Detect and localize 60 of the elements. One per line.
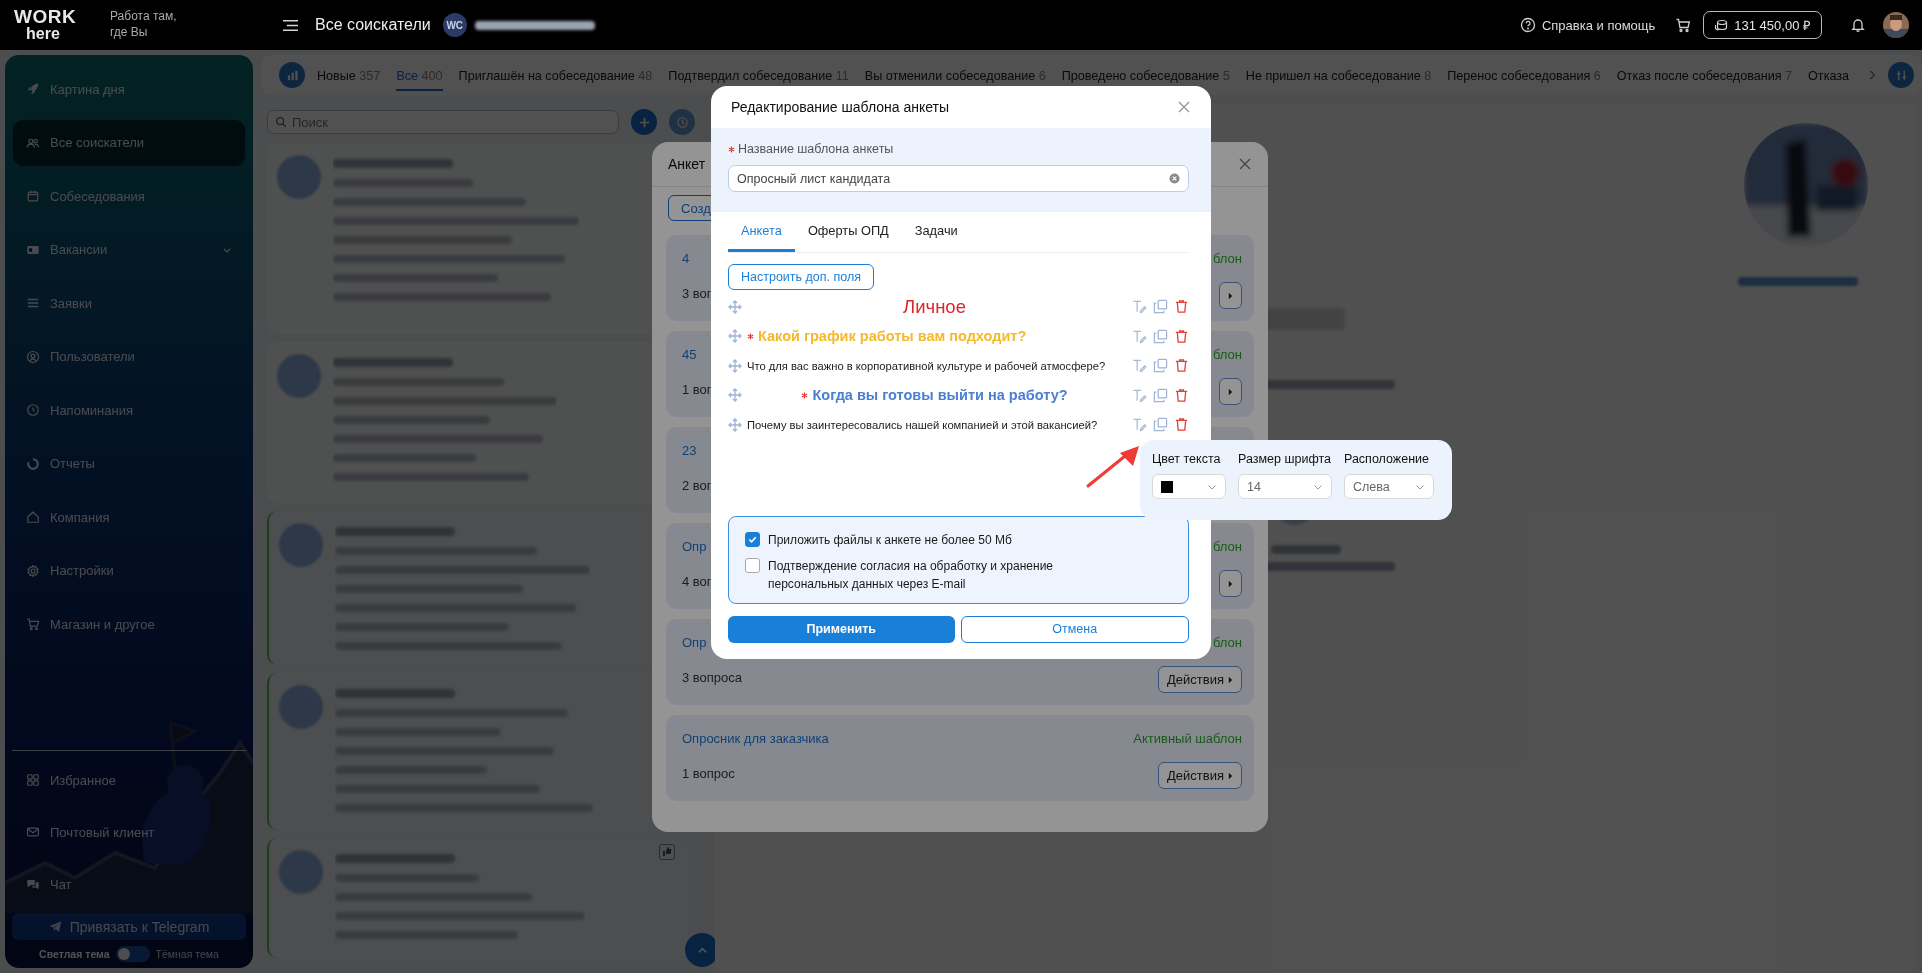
actions-button[interactable]: Действия: [1158, 666, 1242, 693]
nav-item[interactable]: Компания: [12, 493, 246, 541]
field-label: Название шаблона анкеты: [738, 142, 894, 156]
template-status: блон: [1213, 538, 1242, 554]
dropdown[interactable]: 14: [1238, 474, 1332, 499]
field-label: Цвет текста: [1152, 452, 1222, 466]
nav-item[interactable]: Настройки: [12, 546, 246, 595]
account-avatar[interactable]: WC: [442, 13, 467, 37]
apply-button[interactable]: Применить: [728, 615, 955, 643]
question-text: Когда вы готовы выйти на работу?: [801, 387, 1068, 404]
question-text: Почему вы заинтересовались нашей компанией и этой вакансией?: [747, 418, 1098, 431]
status-tab[interactable]: Отказа: [1808, 59, 1850, 91]
question-count: 3 вопроса: [682, 670, 743, 687]
tab[interactable]: Оферты ОПД: [794, 212, 902, 252]
cancel-button[interactable]: Отмена: [960, 615, 1189, 643]
template-status: блон: [1213, 634, 1242, 650]
nav-item[interactable]: Вакансии: [12, 225, 246, 274]
template-title[interactable]: Опр: [682, 535, 714, 554]
dialog-title: Редактирование шаблона анкеты: [731, 99, 951, 115]
tab[interactable]: Задачи: [901, 212, 971, 252]
nav-item[interactable]: Избранное: [12, 757, 246, 803]
dropdown[interactable]: Слева: [1344, 474, 1434, 499]
logo[interactable]: WORK here: [14, 8, 80, 42]
template-title[interactable]: 23: [682, 439, 714, 458]
template-status: Активный шаблон: [1133, 730, 1242, 746]
question-text: Что для вас важно в корпоративной культуре и рабочей атмосфере?: [747, 359, 1106, 372]
configure-fields-button[interactable]: Настроить доп. поля: [728, 264, 875, 290]
question-text: Какой график работы вам подходит?: [747, 328, 1027, 345]
theme-label: Светлая тема: [39, 948, 110, 960]
nav-item[interactable]: Магазин и другое: [12, 600, 246, 648]
nav-item[interactable]: Почтовый клиент: [12, 809, 246, 855]
dialog-title: Анкет: [668, 156, 707, 172]
nav-item[interactable]: Отчеты: [12, 439, 246, 488]
checkbox-label: Подтверждение согласия на обработку и хранение персональных данных через E-mail: [768, 557, 1054, 593]
nav-item[interactable]: Чат: [12, 861, 246, 907]
nav-item[interactable]: Картина дня: [12, 65, 246, 113]
actions-button[interactable]: Действия: [1158, 762, 1242, 789]
template-title[interactable]: Опросник для заказчика: [682, 727, 829, 746]
nav-item[interactable]: Все соискатели: [12, 118, 246, 167]
nav-item[interactable]: Собеседования: [12, 172, 246, 220]
name-field[interactable]: Опросный лист кандидата: [728, 165, 1189, 192]
checkbox-label: Приложить файлы к анкете не более 50 Мб: [768, 531, 1013, 549]
telegram-button[interactable]: Привязать к Telegram: [12, 913, 246, 940]
field-label: Расположение: [1344, 452, 1430, 466]
question-count: 1 вопрос: [682, 766, 736, 783]
tab[interactable]: Анкета: [728, 212, 795, 252]
nav-item[interactable]: Пользователи: [12, 332, 246, 381]
template-title[interactable]: 45: [682, 343, 714, 362]
balance-button[interactable]: 131 450,00 ₽: [1703, 11, 1822, 39]
page-title: Все соискатели: [315, 16, 431, 34]
template-status: блон: [1213, 250, 1242, 266]
help-link[interactable]: Справка и помощь: [1541, 17, 1656, 33]
question-text: Личное: [903, 295, 966, 318]
field-label: Размер шрифта: [1238, 452, 1332, 466]
tagline: Работа там, где Вы: [110, 9, 178, 41]
nav-item[interactable]: Заявки: [12, 279, 246, 327]
template-title[interactable]: 4: [682, 247, 714, 266]
nav-item[interactable]: Напоминания: [12, 386, 246, 434]
template-status: блон: [1213, 346, 1242, 362]
theme-label: Тёмная тема: [155, 948, 219, 960]
